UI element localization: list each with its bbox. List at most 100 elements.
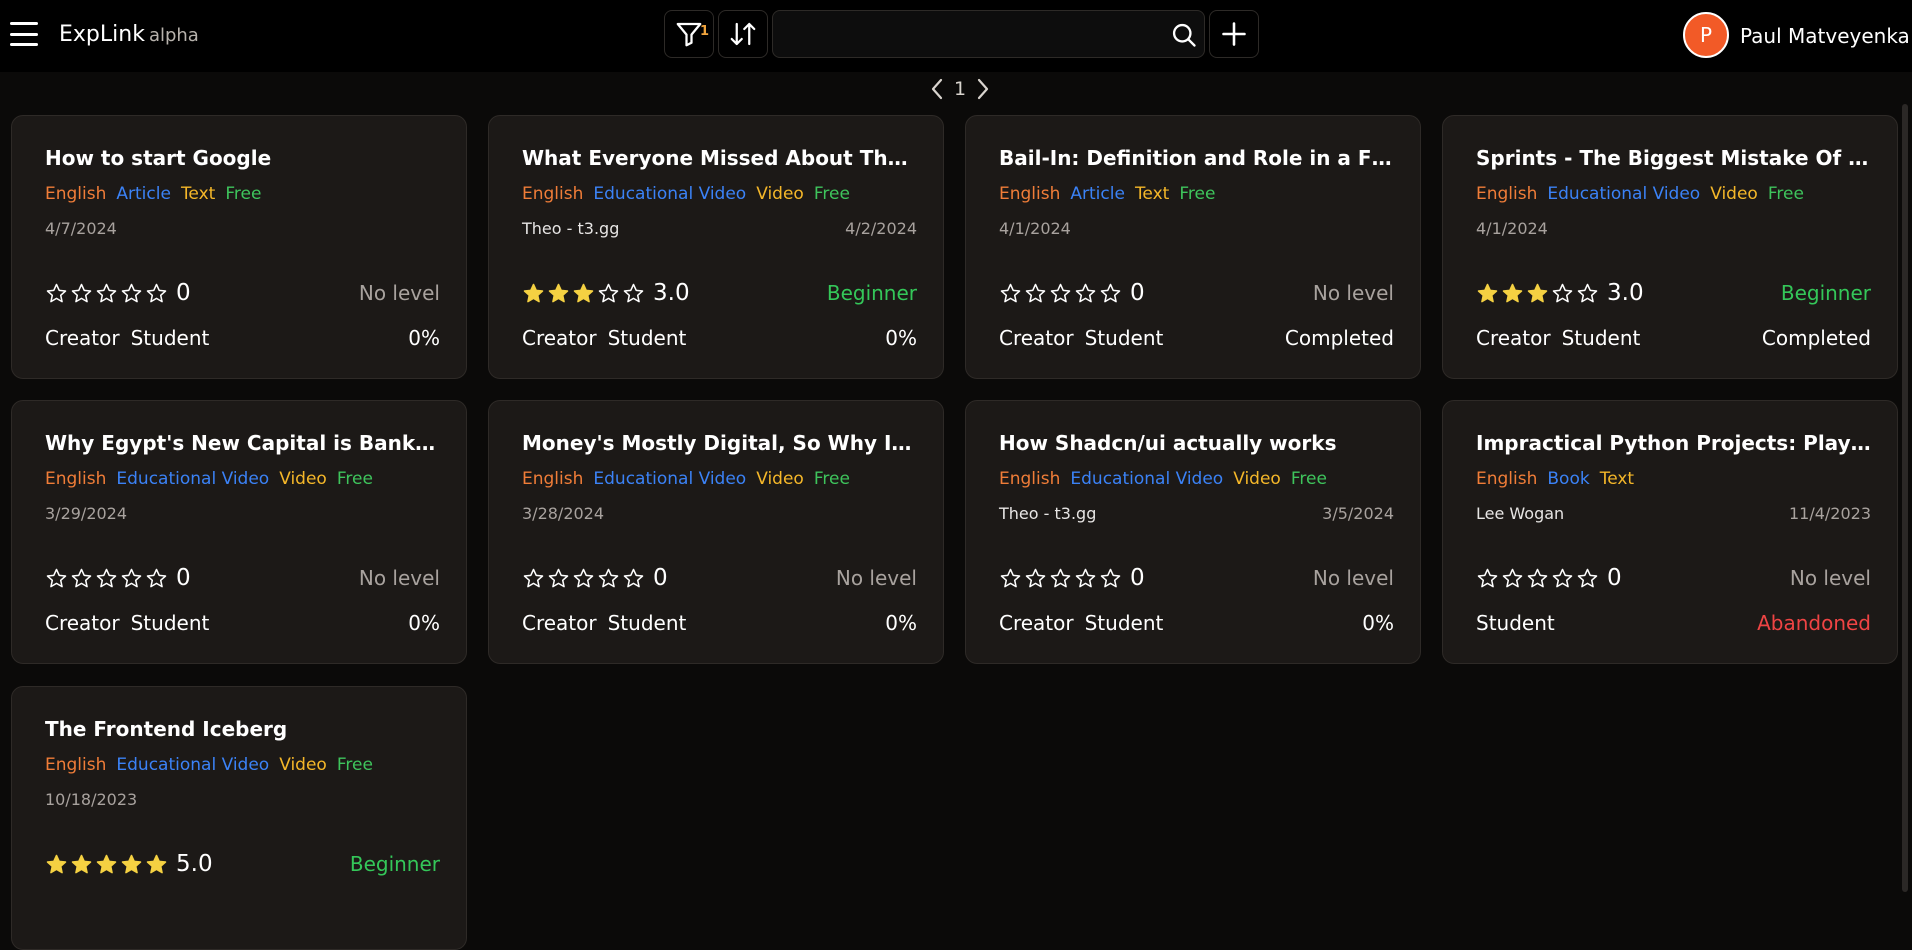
card-role-row: Creator Student 0% — [999, 611, 1394, 635]
role-creator: Creator — [1476, 326, 1551, 350]
brand[interactable]: ExpLink alpha — [59, 22, 199, 47]
card-meta: 4/7/2024 — [45, 219, 440, 238]
star-icon — [46, 854, 67, 873]
role-student: Student — [1084, 611, 1164, 635]
star-icon — [1527, 283, 1548, 302]
chevron-right-icon[interactable] — [972, 76, 994, 102]
card-title: Sprints - The Biggest Mistake Of Softwa.… — [1476, 146, 1871, 170]
card-date: 11/4/2023 — [1788, 504, 1871, 523]
card-date: 4/7/2024 — [45, 219, 117, 238]
star-icon — [598, 568, 619, 587]
star-icon — [1025, 283, 1046, 302]
rating-value: 3.0 — [1607, 280, 1644, 306]
user-name[interactable]: Paul Matveyenka — [1740, 24, 1910, 48]
scrollbar[interactable] — [1898, 104, 1912, 892]
star-icon — [1502, 283, 1523, 302]
star-icon — [71, 283, 92, 302]
role-creator: Creator — [999, 326, 1074, 350]
star-icon — [1075, 283, 1096, 302]
tag-language: English — [1476, 184, 1538, 204]
resource-card[interactable]: Sprints - The Biggest Mistake Of Softwa.… — [1442, 115, 1898, 379]
rating-value: 0 — [1130, 565, 1145, 591]
card-date: 4/1/2024 — [999, 219, 1071, 238]
star-icon — [1050, 283, 1071, 302]
card-roles: Creator Student — [45, 326, 209, 350]
scrollbar-thumb[interactable] — [1902, 104, 1908, 892]
tag-type: Educational Video — [593, 469, 747, 489]
card-tags: English Article Text Free — [999, 184, 1215, 204]
card-role-row: Creator Student 0% — [522, 611, 917, 635]
tag-price: Free — [225, 184, 262, 204]
card-status: 0% — [885, 611, 917, 635]
card-rating-row: 0 No level — [522, 565, 917, 591]
resource-card[interactable]: The Frontend Iceberg English Educational V… — [11, 686, 467, 950]
tag-price: Free — [813, 184, 850, 204]
tag-price: Free — [1179, 184, 1216, 204]
card-level: No level — [835, 566, 917, 590]
rating-value: 3.0 — [653, 280, 690, 306]
tag-language: English — [522, 184, 584, 204]
star-icon — [1075, 568, 1096, 587]
card-level: No level — [1312, 281, 1394, 305]
role-creator: Creator — [999, 611, 1074, 635]
card-tags: English Educational Video Video Free — [999, 469, 1327, 489]
resource-card[interactable]: Bail-In: Definition and Role in a Financ… — [965, 115, 1421, 379]
tag-medium: Video — [1710, 184, 1758, 204]
resource-card[interactable]: What Everyone Missed About The Linux... E… — [488, 115, 944, 379]
resource-card[interactable]: How to start Google English Article Text Fre… — [11, 115, 467, 379]
resource-card[interactable]: Money's Mostly Digital, So Why Is... Engl… — [488, 400, 944, 664]
card-meta: Lee Wogan 11/4/2023 — [1476, 504, 1871, 523]
chevron-left-icon[interactable] — [926, 76, 948, 102]
card-level: Beginner — [1780, 281, 1871, 305]
card-roles: Creator Student — [999, 326, 1163, 350]
tag-medium: Video — [756, 184, 804, 204]
star-icon — [1477, 283, 1498, 302]
card-title: What Everyone Missed About The Linux... — [522, 146, 917, 170]
card-role-row: Creator Student Completed — [1476, 326, 1871, 350]
star-icon — [146, 283, 167, 302]
tag-language: English — [999, 184, 1061, 204]
card-tags: English Educational Video Video Free — [45, 469, 373, 489]
tag-medium: Video — [756, 469, 804, 489]
card-meta: Theo - t3.gg 4/2/2024 — [522, 219, 917, 238]
sort-button[interactable] — [718, 10, 768, 58]
star-icon — [1100, 568, 1121, 587]
star-rating: 3.0 — [1476, 280, 1644, 306]
search-input[interactable] — [783, 19, 1143, 49]
current-page: 1 — [954, 78, 967, 100]
sort-icon — [730, 22, 756, 46]
tag-language: English — [45, 184, 107, 204]
card-status: Completed — [1284, 326, 1394, 350]
menu-icon[interactable] — [8, 18, 40, 50]
star-icon — [1577, 283, 1598, 302]
tag-type: Article — [1070, 184, 1125, 204]
card-rating-row: 0 No level — [45, 280, 440, 306]
resource-card[interactable]: How Shadcn/ui actually works English Educa… — [965, 400, 1421, 664]
search-icon[interactable] — [1170, 21, 1198, 49]
card-date: 3/28/2024 — [522, 504, 605, 523]
resource-card[interactable]: Why Egypt's New Capital is Bankruptin...… — [11, 400, 467, 664]
brand-name: ExpLink — [59, 22, 145, 47]
card-tags: English Educational Video Video Free — [45, 755, 373, 775]
card-rating-row: 0 No level — [999, 565, 1394, 591]
card-status: 0% — [885, 326, 917, 350]
card-role-row: Creator Student 0% — [522, 326, 917, 350]
resource-card[interactable]: Impractical Python Projects: Playful... E… — [1442, 400, 1898, 664]
filter-button[interactable]: 1 — [664, 10, 714, 58]
card-tags: English Article Text Free — [45, 184, 261, 204]
card-roles: Creator Student — [522, 611, 686, 635]
card-meta: 4/1/2024 — [1476, 219, 1871, 238]
card-level: Beginner — [826, 281, 917, 305]
tag-type: Educational Video — [116, 755, 270, 775]
tag-type: Educational Video — [593, 184, 747, 204]
tag-price: Free — [336, 469, 373, 489]
role-student: Student — [607, 326, 687, 350]
add-button[interactable] — [1209, 10, 1259, 58]
tag-medium: Text — [1134, 184, 1170, 204]
avatar[interactable]: P — [1683, 12, 1729, 58]
card-rating-row: 3.0 Beginner — [1476, 280, 1871, 306]
card-date: 10/18/2023 — [45, 790, 138, 809]
role-creator: Creator — [522, 326, 597, 350]
card-tags: English Educational Video Video Free — [522, 184, 850, 204]
card-title: Money's Mostly Digital, So Why Is... — [522, 431, 917, 455]
